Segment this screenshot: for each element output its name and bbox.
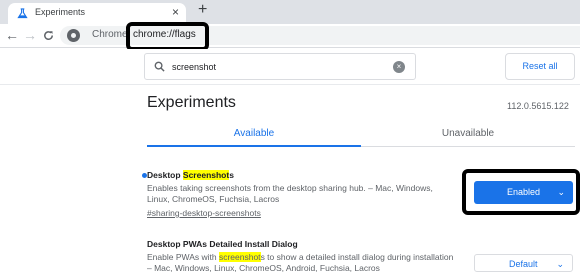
select-value: Enabled [507, 187, 541, 197]
page-title: Experiments [147, 94, 236, 111]
back-arrow-icon[interactable]: ← [5, 27, 19, 43]
flag-title: Desktop Screenshots [147, 170, 234, 180]
flags-page: × Reset all Experiments 112.0.5615.122 A… [0, 49, 580, 273]
site-chip-label: Chrome [92, 29, 128, 40]
reload-icon[interactable] [42, 29, 55, 42]
tab-available[interactable]: Available [147, 121, 361, 147]
search-icon [154, 61, 165, 72]
search-box[interactable]: × [144, 53, 416, 80]
flag-title: Desktop PWAs Detailed Install Dialog [147, 239, 298, 249]
search-input[interactable] [172, 58, 382, 75]
search-header: × Reset all [0, 49, 580, 85]
tab-unavailable[interactable]: Unavailable [361, 121, 575, 147]
close-tab-icon[interactable]: × [172, 5, 179, 19]
address-bar[interactable]: Chrome chrome://flags [60, 26, 580, 45]
url-divider [126, 29, 127, 42]
reset-all-button[interactable]: Reset all [505, 53, 575, 80]
url-text[interactable]: chrome://flags [133, 29, 196, 40]
flag-state-select[interactable]: Enabled ⌄ [474, 181, 573, 204]
select-value: Default [509, 259, 538, 269]
forward-arrow-icon[interactable]: → [23, 27, 37, 43]
version-label: 112.0.5615.122 [507, 101, 569, 111]
tab-strip: Experiments × + [0, 0, 580, 24]
flag-state-select[interactable]: Default ⌄ [474, 254, 573, 272]
browser-toolbar: ← → Chrome chrome://flags [0, 24, 580, 48]
flag-description: Enables taking screenshots from the desk… [147, 183, 433, 204]
flask-icon [17, 8, 28, 19]
flag-permalink[interactable]: #sharing-desktop-screenshots [147, 208, 261, 218]
chevron-down-icon: ⌄ [557, 187, 565, 197]
clear-search-icon[interactable]: × [393, 61, 405, 73]
browser-tab[interactable]: Experiments × [8, 3, 186, 24]
tab-title: Experiments [35, 7, 86, 17]
new-tab-button[interactable]: + [198, 1, 207, 19]
chrome-icon [67, 29, 80, 42]
flag-description: Enable PWAs with screenshots to show a d… [147, 252, 454, 273]
chevron-down-icon: ⌄ [556, 259, 564, 269]
